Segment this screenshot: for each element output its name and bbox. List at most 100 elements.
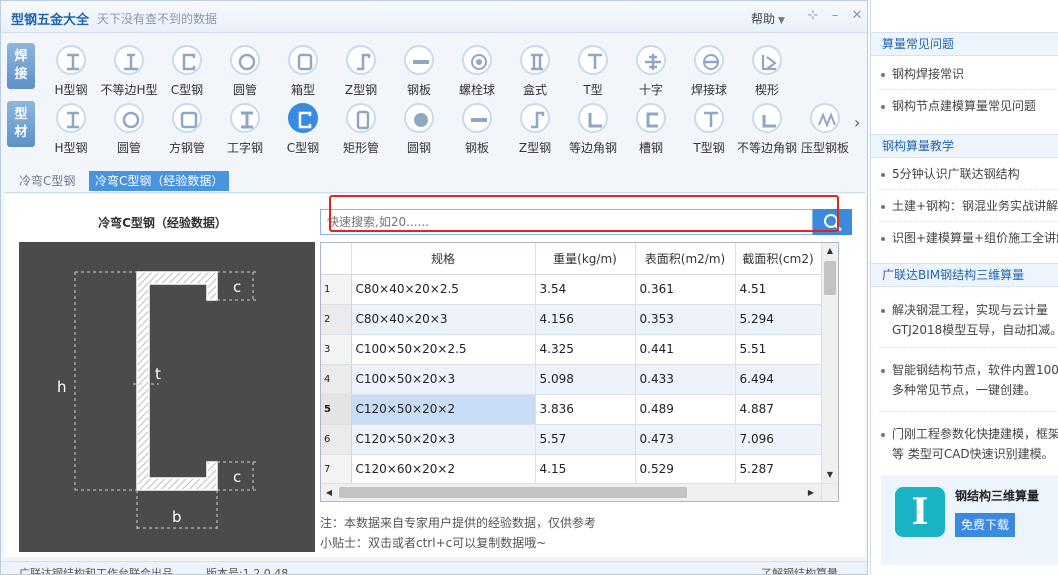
z-section-icon — [531, 111, 545, 129]
cell-section-area[interactable]: 5.287 — [735, 454, 822, 485]
table-row[interactable]: 7 C120×60×20×2 4.15 0.529 5.287 — [321, 454, 822, 485]
c-channel-icon — [298, 111, 312, 129]
scroll-right-icon[interactable]: ▶ — [803, 484, 819, 501]
sidebar-link[interactable]: 智能钢结构节点，软件内置1000 多种常见节点，一键创建。 — [881, 360, 1058, 400]
column-header[interactable]: 规格 — [351, 243, 536, 275]
table-row[interactable]: 4 C100×50×20×3 5.098 0.433 6.494 — [321, 364, 822, 395]
cell-spec[interactable]: C100×50×20×2.5 — [351, 334, 536, 365]
free-download-button[interactable]: 免费下载 — [955, 513, 1015, 537]
minimize-icon[interactable]: – — [828, 9, 842, 23]
copy-tip-note: 小贴士：双击或者ctrl+c可以复制数据哦~ — [320, 536, 547, 550]
cell-weight[interactable]: 4.15 — [535, 454, 636, 485]
sidebar-link-text-line2: 等 类型可CAD快速识别建模。 — [892, 447, 1054, 461]
cell-spec[interactable]: C120×60×20×2 — [351, 454, 536, 485]
cell-spec[interactable]: C120×50×20×2 — [351, 394, 536, 425]
weld-tool-row: H型钢 不等边H型 C型钢 圆管 箱型 Z型钢 钢板 螺栓球 盒式 T型 十字 焊接球 楔形 — [41, 41, 861, 101]
sidebar-link-text: 智能钢结构节点，软件内置1000 — [892, 363, 1058, 377]
cell-weight[interactable]: 3.836 — [535, 394, 636, 425]
pin-icon[interactable]: ⊹ — [806, 9, 820, 23]
cell-surface-area[interactable]: 0.353 — [635, 304, 736, 335]
table-row[interactable]: 2 C80×40×20×3 4.156 0.353 5.294 — [321, 304, 822, 335]
close-icon[interactable]: ✕ — [850, 9, 864, 23]
sidebar-link[interactable]: 钢构焊接常识 — [881, 64, 1058, 84]
z-section-icon — [357, 53, 371, 71]
cell-surface-area[interactable]: 0.433 — [635, 364, 736, 395]
cell-spec[interactable]: C120×50×20×3 — [351, 424, 536, 455]
scroll-up-icon[interactable]: ▲ — [822, 243, 838, 259]
cell-surface-area[interactable]: 0.361 — [635, 274, 736, 305]
sidebar-link[interactable]: 钢构节点建模算量常见问题 — [881, 96, 1058, 116]
cell-weight[interactable]: 5.098 — [535, 364, 636, 395]
cell-surface-area[interactable]: 0.441 — [635, 334, 736, 365]
table-row[interactable]: 1 C80×40×20×2.5 3.54 0.361 4.51 — [321, 274, 822, 305]
search-input[interactable] — [320, 209, 813, 235]
weld-tool-12[interactable]: 楔形 — [737, 41, 797, 99]
cell-section-area[interactable]: 7.096 — [735, 424, 822, 455]
sidebar-link[interactable]: 识图+建模算量+组价施工全讲解 — [881, 228, 1058, 248]
sidebar-link[interactable]: 5分钟认识广联达钢结构 — [881, 164, 1058, 184]
cell-section-area[interactable]: 4.887 — [735, 394, 822, 425]
unequal-h-icon — [124, 53, 138, 71]
category-char: 材 — [14, 125, 28, 140]
row-number: 7 — [321, 454, 352, 485]
sidebar-link[interactable]: 土建+钢构：钢混业务实战讲解 — [881, 196, 1058, 216]
bullet-icon — [881, 236, 885, 241]
cell-weight[interactable]: 3.54 — [535, 274, 636, 305]
sidebar-link-text: 5分钟认识广联达钢结构 — [892, 167, 1020, 181]
tool-icon-frame — [462, 103, 492, 133]
cell-section-area[interactable]: 4.51 — [735, 274, 822, 305]
tool-icon-frame — [56, 103, 86, 133]
category-tab-profile[interactable]: 型 材 — [7, 101, 35, 147]
profile-tool-13[interactable]: 压型钢板 — [795, 99, 855, 157]
sidebar-link-text-line2: 多种常见节点，一键创建。 — [892, 383, 1037, 397]
category-tab-weld[interactable]: 焊 接 — [7, 43, 35, 89]
cell-weight[interactable]: 5.57 — [535, 424, 636, 455]
cell-surface-area[interactable]: 0.473 — [635, 424, 736, 455]
vertical-scrollbar[interactable]: ▲ ▼ — [821, 243, 838, 483]
cell-section-area[interactable]: 5.294 — [735, 304, 822, 335]
scroll-down-icon[interactable]: ▼ — [822, 467, 838, 483]
bolt-ball-icon — [471, 54, 487, 70]
cell-spec[interactable]: C80×40×20×3 — [351, 304, 536, 335]
cell-section-area[interactable]: 6.494 — [735, 364, 822, 395]
column-header[interactable]: 表面积(m2/m) — [635, 243, 736, 275]
horizontal-scrollbar[interactable]: ◀ ▶ — [321, 483, 838, 501]
chevron-right-icon[interactable]: › — [854, 113, 860, 132]
round-pipe-icon — [238, 53, 256, 71]
tool-icon-frame — [288, 103, 318, 133]
scroll-left-icon[interactable]: ◀ — [321, 484, 337, 501]
cell-spec[interactable]: C100×50×20×3 — [351, 364, 536, 395]
status-bar: 广联达钢结构和工作台联合出品 版本号:1.2.0.48 了解钢结构算量 — [1, 561, 867, 574]
horizontal-scroll-thumb[interactable] — [339, 487, 687, 498]
tool-icon-frame — [520, 45, 550, 75]
cell-surface-area[interactable]: 0.489 — [635, 394, 736, 425]
column-header[interactable]: 重量(kg/m) — [535, 243, 636, 275]
sidebar-link-text: 钢构焊接常识 — [892, 67, 965, 81]
vertical-scroll-thumb[interactable] — [824, 261, 836, 295]
cell-section-area[interactable]: 5.51 — [735, 334, 822, 365]
tool-label: 压型钢板 — [800, 141, 849, 155]
cell-spec[interactable]: C80×40×20×2.5 — [351, 274, 536, 305]
subtab-cold-formed-c[interactable]: 冷弯C型钢 — [13, 171, 81, 191]
sidebar-link-text-2: GTJ2018模型互导，自动扣减。 — [881, 320, 1058, 340]
cell-weight[interactable]: 4.325 — [535, 334, 636, 365]
cell-surface-area[interactable]: 0.529 — [635, 454, 736, 485]
help-menu[interactable]: 帮助 ▼ — [751, 10, 785, 27]
cell-weight[interactable]: 4.156 — [535, 304, 636, 335]
category-char: 型 — [14, 107, 28, 122]
column-header[interactable]: 截面积(cm2) — [735, 243, 822, 275]
table-row[interactable]: 3 C100×50×20×2.5 4.325 0.441 5.51 — [321, 334, 822, 365]
h-beam-icon — [67, 111, 79, 129]
promo-title: 钢结构三维算量 — [955, 489, 1040, 503]
cross-section-icon — [645, 54, 661, 70]
round-bar-icon — [414, 113, 428, 127]
dim-label-c-top: c — [233, 278, 241, 296]
sidebar-link[interactable]: 门刚工程参数化快捷建模，框架等 类型可CAD快速识别建模。 — [881, 424, 1058, 464]
steel-plate-icon — [413, 60, 429, 64]
sidebar-link[interactable]: 解决钢混工程，实现与云计量 GTJ2018模型互导，自动扣减。 — [881, 300, 1058, 340]
subtab-cold-formed-c-experience[interactable]: 冷弯C型钢（经验数据） — [89, 171, 230, 191]
table-row[interactable]: 5 C120×50×20×2 3.836 0.489 4.887 — [321, 394, 822, 425]
table-row[interactable]: 6 C120×50×20×3 5.57 0.473 7.096 — [321, 424, 822, 455]
search-button[interactable] — [813, 209, 852, 235]
learn-more-link[interactable]: 了解钢结构算量 — [761, 565, 838, 574]
